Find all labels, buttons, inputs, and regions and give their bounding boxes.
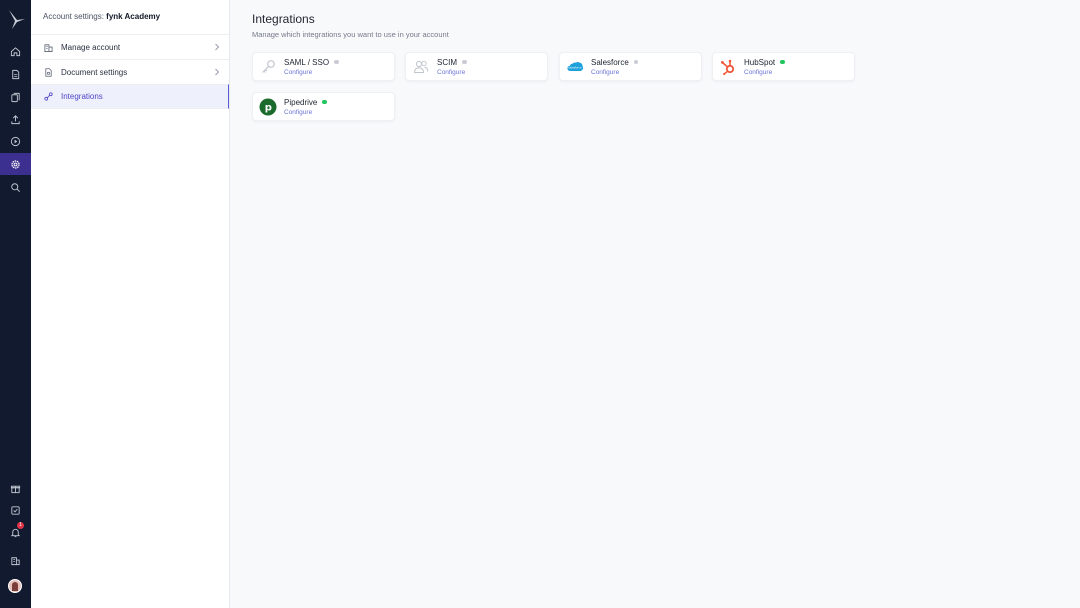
configure-link[interactable]: Configure xyxy=(437,69,465,76)
settings-panel: Account settings: fynk Academy Manage ac… xyxy=(31,0,230,608)
integration-name-text: HubSpot xyxy=(744,58,776,67)
nav-item-label: Document settings xyxy=(61,67,128,77)
pipedrive-logo-text: p xyxy=(265,103,272,114)
page-title: Integrations xyxy=(252,12,315,26)
integration-name: Pipedrive xyxy=(284,98,327,107)
configure-link[interactable]: Configure xyxy=(591,69,619,76)
account-settings-prefix: Account settings: xyxy=(43,12,107,21)
chevron-right-icon xyxy=(215,68,220,76)
hubspot-logo-icon xyxy=(719,58,737,76)
upload-icon[interactable] xyxy=(0,108,31,130)
integration-name: HubSpot xyxy=(744,58,785,67)
page-subtitle: Manage which integrations you want to us… xyxy=(252,30,449,39)
notification-count-badge: 1 xyxy=(17,522,24,529)
documents-icon[interactable] xyxy=(0,63,31,85)
search-icon[interactable] xyxy=(0,176,31,198)
tasks-icon[interactable] xyxy=(0,499,31,521)
integration-card-scim[interactable]: SCIM Configure xyxy=(405,52,548,81)
integration-name-text: SCIM xyxy=(437,58,457,67)
salesforce-logo-icon: salesforce xyxy=(566,58,584,76)
integration-card-hubspot[interactable]: HubSpot Configure xyxy=(712,52,855,81)
status-dot-inactive xyxy=(334,59,339,64)
configure-link[interactable]: Configure xyxy=(744,69,772,76)
play-icon[interactable] xyxy=(0,130,31,152)
building-icon xyxy=(44,43,53,52)
integration-name: SAML / SSO xyxy=(284,58,339,67)
salesforce-logo-text: salesforce xyxy=(568,65,582,69)
integration-name: Salesforce xyxy=(591,58,639,67)
nav-item-label: Manage account xyxy=(61,42,121,52)
link-icon xyxy=(44,92,53,101)
account-settings-title: Account settings: fynk Academy xyxy=(43,12,160,21)
configure-link[interactable]: Configure xyxy=(284,109,312,116)
integration-card-pipedrive[interactable]: p Pipedrive Configure xyxy=(252,92,395,121)
integration-name-text: Pipedrive xyxy=(284,98,318,107)
nav-item-label: Integrations xyxy=(61,92,103,101)
nav-item-manage-account[interactable]: Manage account xyxy=(31,34,229,59)
document-gear-icon xyxy=(44,67,53,77)
status-dot-inactive xyxy=(633,59,639,64)
status-dot-active xyxy=(322,99,327,104)
integrations-header: Integrations Manage which integrations y… xyxy=(252,12,449,39)
status-dot-inactive xyxy=(462,59,467,64)
chevron-right-icon xyxy=(215,43,220,51)
nav-item-integrations[interactable]: Integrations xyxy=(31,84,229,109)
settings-nav: Manage account Document settings Integra… xyxy=(31,34,229,109)
integration-name-text: Salesforce xyxy=(591,58,629,67)
settings-icon[interactable] xyxy=(0,153,31,175)
account-building-icon[interactable] xyxy=(0,549,31,571)
key-icon xyxy=(259,58,277,76)
integration-name: SCIM xyxy=(437,58,467,67)
fynk-logo-icon[interactable] xyxy=(6,9,26,31)
account-name: fynk Academy xyxy=(106,12,161,21)
home-icon[interactable] xyxy=(0,40,31,62)
templates-icon[interactable] xyxy=(0,86,31,108)
user-avatar[interactable] xyxy=(8,579,22,593)
notifications-bell-icon[interactable]: 1 xyxy=(0,521,31,543)
gift-icon[interactable] xyxy=(0,477,31,499)
pipedrive-logo-icon: p xyxy=(259,98,277,116)
status-dot-active xyxy=(780,59,785,64)
configure-link[interactable]: Configure xyxy=(284,69,312,76)
integration-card-saml-sso[interactable]: SAML / SSO Configure xyxy=(252,52,395,81)
nav-item-document-settings[interactable]: Document settings xyxy=(31,59,229,84)
integration-card-salesforce[interactable]: salesforce Salesforce Configure xyxy=(559,52,702,81)
app-rail: 1 xyxy=(0,0,31,608)
integration-name-text: SAML / SSO xyxy=(284,58,330,67)
users-icon xyxy=(412,58,430,76)
